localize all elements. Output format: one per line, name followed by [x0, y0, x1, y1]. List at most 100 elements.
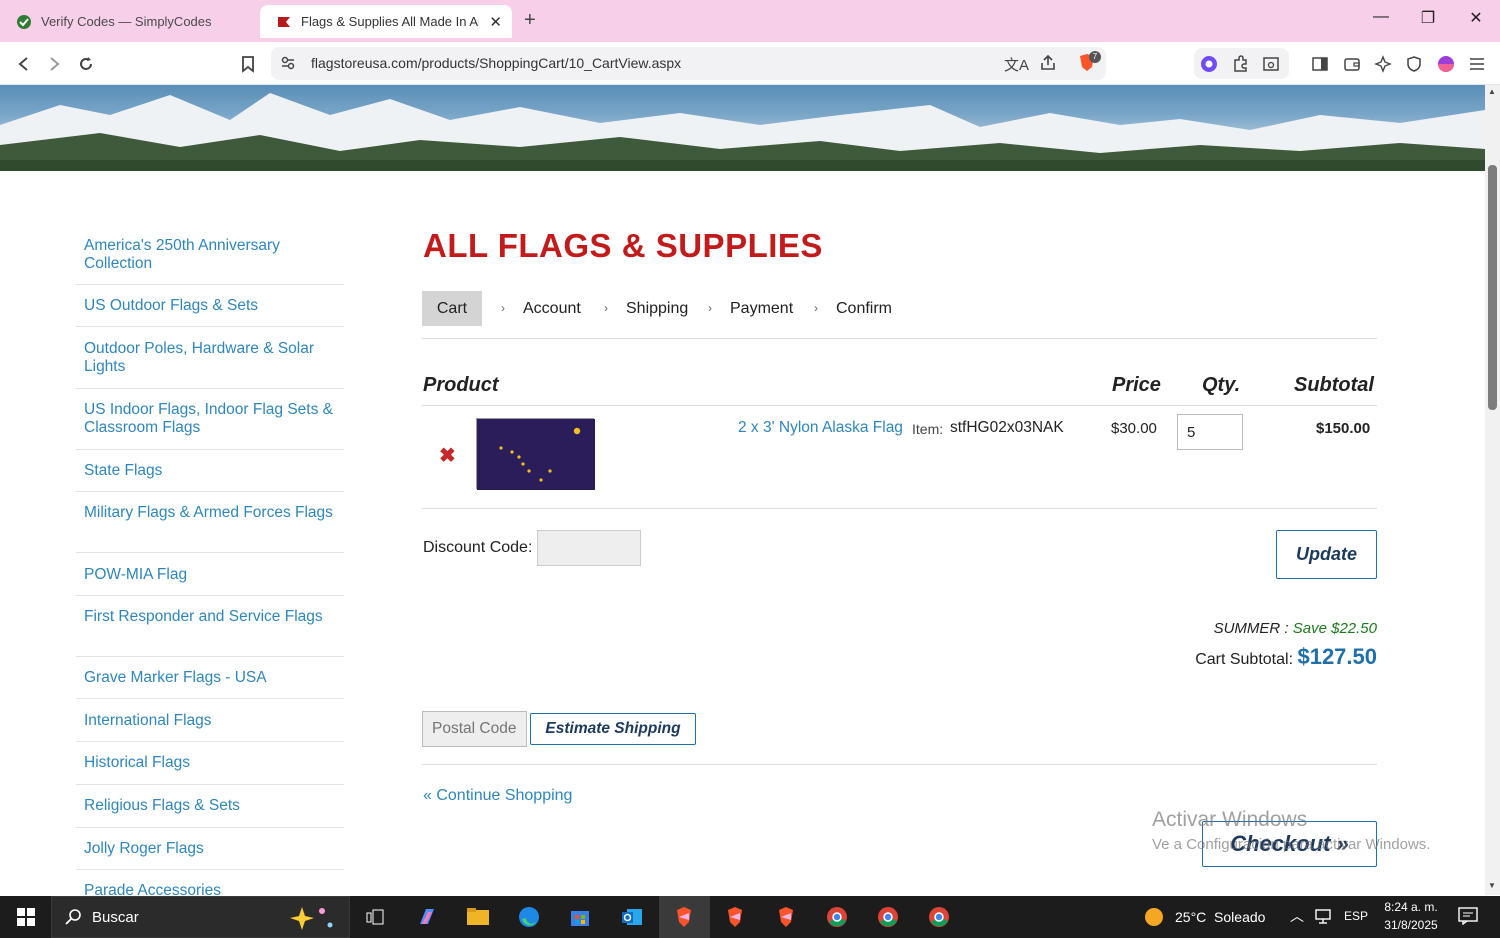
sidebar-item[interactable]: Military Flags & Armed Forces Flags — [76, 504, 344, 553]
sidebar-item[interactable]: US Indoor Flags, Indoor Flag Sets & Clas… — [76, 401, 344, 450]
minimize-icon[interactable]: — — [1366, 8, 1396, 26]
divider — [422, 764, 1377, 765]
tab-strip: Verify Codes — SimplyCodes Flags & Suppl… — [0, 0, 1500, 42]
close-tab-icon[interactable]: ✕ — [489, 13, 502, 31]
sidebar-item[interactable]: Jolly Roger Flags — [76, 840, 344, 870]
translate-icon[interactable]: 文A — [1004, 54, 1029, 75]
step-cart[interactable]: Cart — [422, 291, 482, 326]
column-header-product: Product — [423, 374, 499, 396]
windows-watermark-subtitle: Ve a Configuración para activar Windows. — [1152, 836, 1431, 853]
windows-start-icon[interactable] — [10, 901, 42, 933]
task-view-icon[interactable] — [359, 901, 391, 933]
vpn-icon[interactable] — [1401, 51, 1427, 77]
sidebar-item[interactable]: Outdoor Poles, Hardware & Solar Lights — [76, 340, 344, 389]
update-button[interactable]: Update — [1276, 530, 1377, 579]
scroll-down-icon[interactable]: ▼ — [1488, 881, 1496, 890]
scroll-up-icon[interactable]: ▲ — [1488, 87, 1496, 96]
back-icon[interactable] — [11, 51, 37, 77]
tab-simplycodes[interactable]: Verify Codes — SimplyCodes — [0, 5, 255, 38]
sidebar-item[interactable]: First Responder and Service Flags — [76, 608, 344, 657]
windows-taskbar: Buscar 25°C Soleado ︿ ESP 8:24 a. m. 31/… — [0, 896, 1500, 938]
copilot-icon[interactable] — [411, 901, 443, 933]
reader-mode-icon[interactable] — [1258, 51, 1284, 77]
weather-sun-icon[interactable] — [1144, 907, 1164, 932]
edge-icon[interactable] — [513, 901, 545, 933]
share-icon[interactable] — [1039, 54, 1057, 77]
restore-icon[interactable]: ❐ — [1413, 8, 1443, 28]
divider — [422, 405, 1377, 406]
page-title: ALL FLAGS & SUPPLIES — [423, 227, 823, 264]
search-highlight-icon — [282, 903, 342, 938]
cart-subtotal-label: Cart Subtotal: — [1195, 651, 1294, 668]
brave-profile-3-icon[interactable] — [770, 901, 802, 933]
notifications-icon[interactable] — [1458, 907, 1478, 930]
sidebar-item[interactable]: Religious Flags & Sets — [76, 797, 344, 828]
close-window-icon[interactable]: ✕ — [1461, 8, 1491, 28]
page-scrollbar[interactable]: ▲ ▼ — [1485, 85, 1500, 895]
show-hidden-icons-icon[interactable]: ︿ — [1290, 906, 1304, 926]
clock-time[interactable]: 8:24 a. m. — [1378, 900, 1444, 914]
item-price: $30.00 — [1111, 420, 1157, 437]
item-subtotal: $150.00 — [1316, 420, 1371, 437]
brave-profile-2-icon[interactable] — [719, 901, 751, 933]
quantity-input[interactable] — [1177, 414, 1243, 450]
microsoft-store-icon[interactable] — [564, 901, 596, 933]
tab-title: Verify Codes — SimplyCodes — [41, 14, 212, 29]
sidebar-item[interactable]: Historical Flags — [76, 754, 344, 785]
chrome-profile-1-icon[interactable] — [821, 901, 853, 933]
sidebar-item[interactable]: Parade Accessories — [76, 882, 344, 896]
chrome-profile-3-icon[interactable] — [923, 901, 955, 933]
address-bar[interactable]: flagstoreusa.com/products/ShoppingCart/1… — [271, 47, 1106, 80]
sidebar-item[interactable]: International Flags — [76, 712, 344, 742]
bookmark-icon[interactable] — [235, 51, 261, 77]
product-name-link[interactable]: 2 x 3' Nylon Alaska Flag — [738, 419, 903, 437]
sidebar-item[interactable]: State Flags — [76, 462, 344, 492]
tab-flagstore[interactable]: Flags & Supplies All Made In Am ✕ — [260, 5, 512, 38]
scroll-thumb[interactable] — [1488, 165, 1497, 410]
site-settings-icon[interactable] — [280, 55, 296, 76]
discount-code-label: Discount Code: — [423, 539, 533, 556]
sidebar-item[interactable]: Grave Marker Flags - USA — [76, 669, 344, 699]
step-shipping[interactable]: Shipping — [626, 291, 688, 326]
sidebar-toggle-icon[interactable] — [1307, 51, 1333, 77]
chrome-profile-2-icon[interactable] — [872, 901, 904, 933]
outlook-icon[interactable] — [616, 901, 648, 933]
search-icon — [64, 908, 82, 931]
item-label: Item: — [912, 421, 944, 437]
profile-avatar-icon[interactable] — [1433, 51, 1459, 77]
new-tab-icon[interactable]: + — [524, 9, 536, 32]
forward-icon[interactable] — [41, 51, 67, 77]
url-text[interactable]: flagstoreusa.com/products/ShoppingCart/1… — [311, 55, 681, 71]
step-account[interactable]: Account — [523, 291, 581, 326]
brave-taskbar-icon[interactable] — [668, 901, 700, 933]
chevron-right-icon: › — [604, 301, 608, 315]
ai-sparkle-icon[interactable] — [1370, 51, 1396, 77]
remove-item-icon[interactable]: ✖ — [439, 443, 456, 468]
estimate-shipping-button[interactable]: Estimate Shipping — [530, 713, 696, 745]
clock-date[interactable]: 31/8/2025 — [1378, 918, 1444, 932]
continue-shopping-link[interactable]: « Continue Shopping — [423, 787, 572, 805]
discount-code-input[interactable] — [537, 530, 641, 566]
sidebar-item[interactable]: US Outdoor Flags & Sets — [76, 297, 344, 327]
language-indicator[interactable]: ESP — [1344, 909, 1368, 923]
reload-icon[interactable] — [73, 51, 99, 77]
wallet-icon[interactable] — [1339, 51, 1365, 77]
divider — [422, 508, 1377, 509]
sidebar-item[interactable]: America's 250th Anniversary Collection — [76, 237, 344, 285]
promo-line: SUMMER : Save $22.50 — [1176, 620, 1377, 637]
promo-separator: : — [1280, 620, 1293, 637]
postal-code-input[interactable] — [422, 711, 527, 747]
network-icon[interactable] — [1314, 907, 1332, 930]
step-confirm[interactable]: Confirm — [836, 291, 892, 326]
leo-ai-icon[interactable] — [1196, 51, 1222, 77]
extensions-icon[interactable] — [1227, 51, 1253, 77]
menu-icon[interactable] — [1464, 51, 1490, 77]
promo-savings: Save $22.50 — [1292, 620, 1377, 637]
step-payment[interactable]: Payment — [730, 291, 793, 326]
chevron-right-icon: › — [708, 301, 712, 315]
sidebar-item[interactable]: POW-MIA Flag — [76, 566, 344, 596]
product-thumbnail[interactable] — [476, 418, 595, 490]
taskbar-search-box[interactable]: Buscar — [51, 896, 350, 938]
file-explorer-icon[interactable] — [462, 901, 494, 933]
weather-text[interactable]: 25°C Soleado — [1175, 909, 1265, 925]
